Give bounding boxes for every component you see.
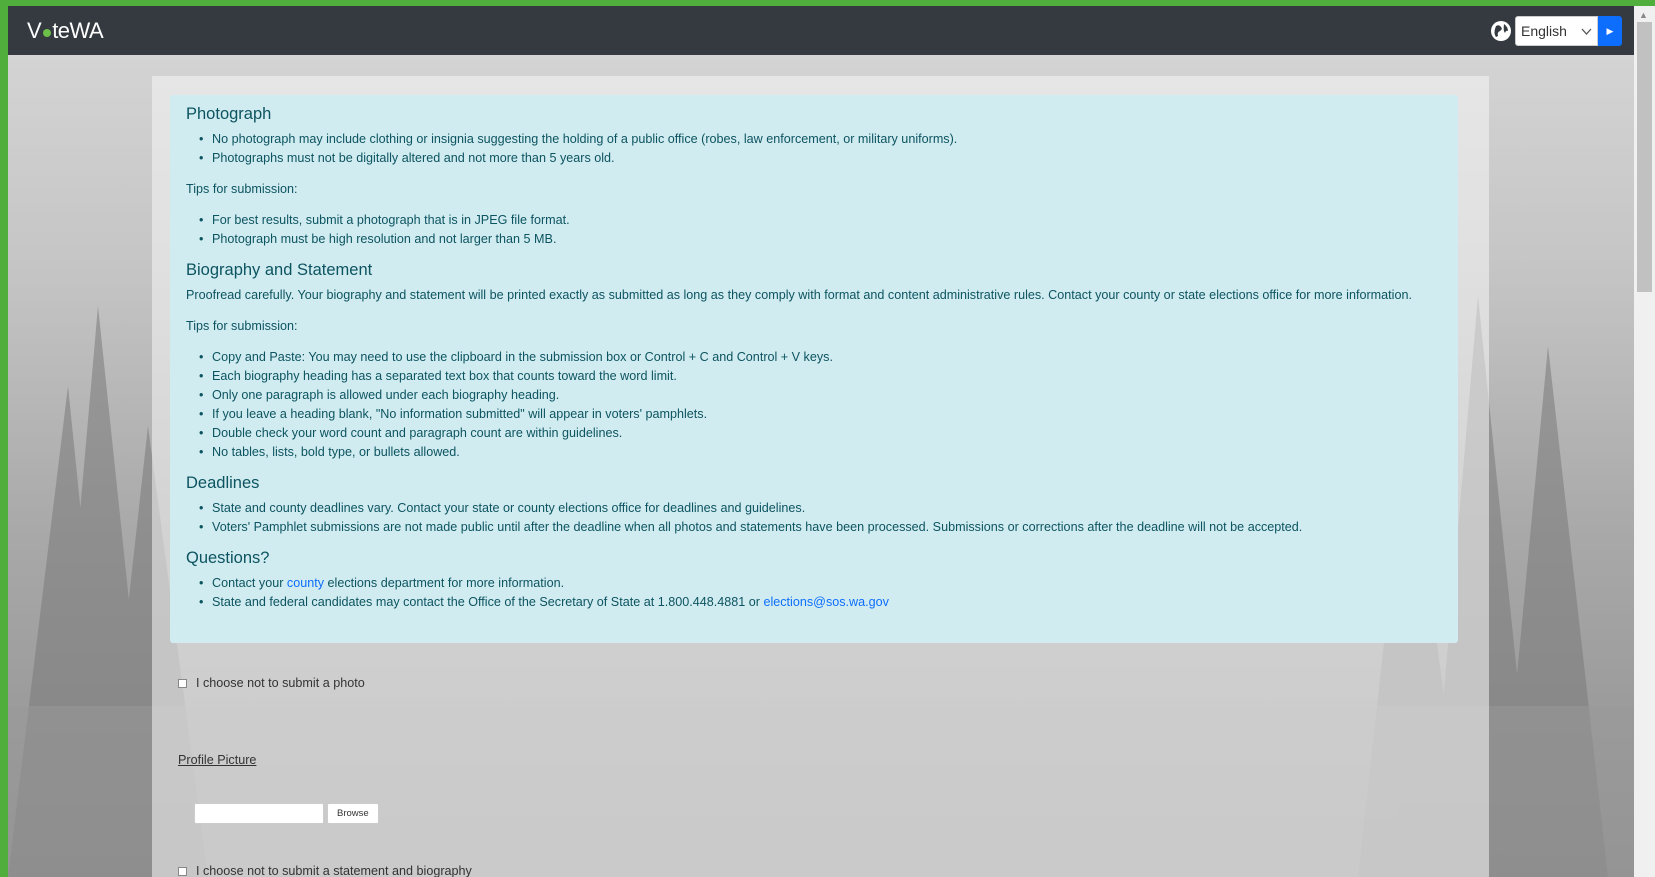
list-item: No photograph may include clothing or in… [186, 130, 1442, 149]
no-statement-checkbox[interactable] [178, 866, 187, 876]
profile-picture-label: Profile Picture [178, 753, 257, 767]
no-statement-label: I choose not to submit a statement and b… [196, 864, 472, 877]
votewa-logo[interactable]: V teWA [27, 18, 104, 44]
language-dropdown[interactable]: English [1515, 16, 1598, 46]
list-item: Only one paragraph is allowed under each… [186, 386, 1442, 405]
list-item: Contact your county elections department… [186, 574, 1442, 593]
language-go-button[interactable]: ▶ [1598, 16, 1622, 46]
submission-guidelines-panel: Photograph No photograph may include clo… [170, 95, 1458, 643]
biography-tips-label: Tips for submission: [186, 319, 298, 333]
profile-picture-section: Profile Picture [178, 753, 256, 767]
browse-button[interactable]: Browse [327, 803, 379, 824]
questions-county-text-end: elections department for more informatio… [324, 576, 565, 590]
list-item: State and county deadlines vary. Contact… [186, 499, 1442, 518]
questions-list: Contact your county elections department… [186, 574, 1442, 612]
deadlines-list: State and county deadlines vary. Contact… [186, 499, 1442, 537]
language-selector: English ▶ [1490, 16, 1622, 46]
caret-right-icon: ▶ [1606, 25, 1614, 36]
questions-state-text: State and federal candidates may contact… [212, 595, 764, 609]
photo-file-input[interactable] [194, 803, 324, 824]
elections-email-link[interactable]: elections@sos.wa.gov [763, 595, 889, 609]
no-photo-label: I choose not to submit a photo [196, 676, 365, 690]
list-item: If you leave a heading blank, "No inform… [186, 405, 1442, 424]
questions-county-text: Contact your [212, 576, 287, 590]
logo-text-end: teWA [52, 18, 104, 43]
top-navbar: V teWA English ▶ [8, 6, 1634, 55]
county-link[interactable]: county [287, 576, 324, 590]
language-selected-value: English [1521, 23, 1567, 39]
biography-tips-list: Copy and Paste: You may need to use the … [186, 348, 1442, 462]
scrollbar-thumb[interactable] [1637, 22, 1652, 292]
logo-dot-icon [43, 29, 52, 37]
list-item: No tables, lists, bold type, or bullets … [186, 443, 1442, 462]
list-item: Copy and Paste: You may need to use the … [186, 348, 1442, 367]
photograph-tips-list: For best results, submit a photograph th… [186, 211, 1442, 249]
photo-upload-control: Browse [194, 803, 379, 824]
photograph-tips-label: Tips for submission: [186, 182, 298, 196]
logo-text-start: V [27, 18, 42, 43]
globe-icon [1491, 21, 1511, 41]
deadlines-heading: Deadlines [186, 474, 260, 492]
scroll-up-arrow-icon[interactable]: ▲ [1639, 10, 1648, 20]
list-item: Photograph must be high resolution and n… [186, 230, 1442, 249]
list-item: Photographs must not be digitally altere… [186, 149, 1442, 168]
questions-heading: Questions? [186, 549, 270, 567]
no-statement-option: I choose not to submit a statement and b… [178, 864, 472, 877]
photograph-heading: Photograph [186, 105, 272, 123]
vertical-scrollbar[interactable]: ▲ [1634, 6, 1655, 877]
biography-heading: Biography and Statement [186, 261, 373, 279]
no-photo-option: I choose not to submit a photo [178, 676, 365, 690]
list-item: Each biography heading has a separated t… [186, 367, 1442, 386]
list-item: For best results, submit a photograph th… [186, 211, 1442, 230]
list-item: State and federal candidates may contact… [186, 593, 1442, 612]
chevron-down-icon [1581, 28, 1592, 35]
list-item: Voters' Pamphlet submissions are not mad… [186, 518, 1442, 537]
no-photo-checkbox[interactable] [178, 678, 187, 688]
biography-intro: Proofread carefully. Your biography and … [186, 288, 1412, 302]
photograph-rules-list: No photograph may include clothing or in… [186, 130, 1442, 168]
list-item: Double check your word count and paragra… [186, 424, 1442, 443]
